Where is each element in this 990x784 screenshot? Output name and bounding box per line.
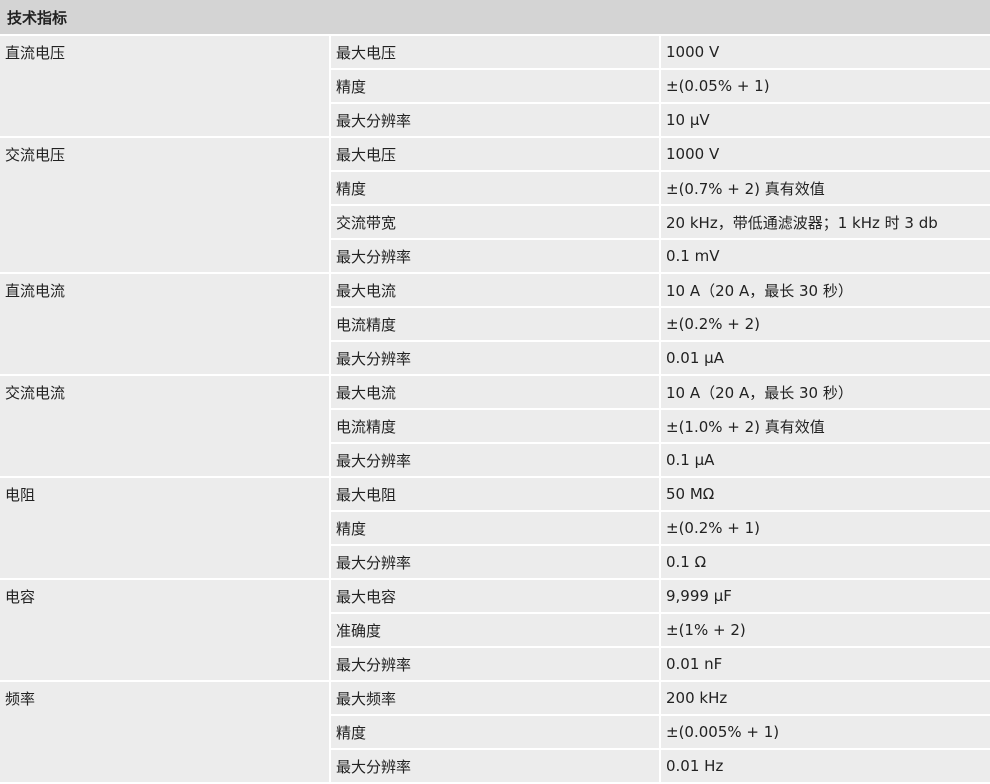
table-row: 电容 最大电容 9,999 μF (0, 578, 990, 682)
value-cell: 10 μV (659, 102, 990, 138)
value-cell: 0.1 μA (659, 442, 990, 478)
parameter-cell: 最大分辨率 (330, 646, 661, 682)
category-cell: 电阻 (0, 476, 331, 580)
table-row: 电阻 最大电阻 50 MΩ (0, 476, 990, 580)
parameter-cell: 最大电流 (329, 272, 661, 308)
parameter-cell: 交流带宽 (330, 204, 661, 240)
category-cell: 频率 (0, 680, 331, 784)
spec-table: 技术指标 直流电压 最大电压 1000 V 精度 ±(0.05% + 1) 最大分辨率 10… (0, 0, 990, 784)
value-cell: 0.01 Hz (659, 748, 990, 784)
value-cell: 0.1 mV (659, 238, 990, 274)
value-cell: 10 A（20 A，最长 30 秒） (659, 374, 990, 410)
spec-table-body: 直流电压 最大电压 1000 V 精度 ±(0.05% + 1) 最大分辨率 10 μV 交流… (0, 35, 990, 784)
parameter-cell: 精度 (330, 68, 661, 104)
value-cell: ±(0.005% + 1) (659, 714, 990, 750)
value-cell: ±(1% + 2) (659, 612, 990, 648)
value-cell: ±(0.05% + 1) (659, 68, 990, 104)
parameter-cell: 精度 (330, 714, 661, 750)
parameter-cell: 精度 (330, 170, 661, 206)
table-title: 技术指标 (0, 0, 990, 36)
value-cell: 20 kHz，带低通滤波器；1 kHz 时 3 db (659, 204, 990, 240)
parameter-cell: 最大电容 (329, 578, 661, 614)
value-cell: 0.1 Ω (659, 544, 990, 580)
value-cell: ±(0.2% + 1) (659, 510, 990, 546)
value-cell: ±(1.0% + 2) 真有效值 (659, 408, 990, 444)
parameter-cell: 最大频率 (329, 680, 661, 716)
parameter-cell: 最大电阻 (329, 476, 661, 512)
value-cell: 200 kHz (659, 680, 990, 716)
parameter-cell: 最大分辨率 (330, 442, 661, 478)
value-cell: 50 MΩ (659, 476, 990, 512)
table-row: 频率 最大频率 200 kHz (0, 680, 990, 784)
value-cell: 0.01 nF (659, 646, 990, 682)
table-row: 直流电压 最大电压 1000 V (0, 35, 990, 138)
category-cell: 直流电流 (0, 272, 331, 376)
table-header-row: 技术指标 (0, 0, 990, 36)
value-cell: 10 A（20 A，最长 30 秒） (659, 272, 990, 308)
parameter-cell: 电流精度 (330, 408, 661, 444)
category-cell: 交流电压 (0, 136, 331, 274)
parameter-cell: 最大分辨率 (330, 238, 661, 274)
value-cell: 1000 V (659, 35, 990, 70)
table-row: 直流电流 最大电流 10 A（20 A，最长 30 秒） (0, 272, 990, 376)
value-cell: 1000 V (659, 136, 990, 172)
parameter-cell: 最大电压 (329, 136, 661, 172)
value-cell: 0.01 μA (659, 340, 990, 376)
parameter-cell: 最大电压 (329, 35, 661, 70)
parameter-cell: 精度 (330, 510, 661, 546)
parameter-cell: 电流精度 (330, 306, 661, 342)
table-row: 交流电流 最大电流 10 A（20 A，最长 30 秒） (0, 374, 990, 478)
parameter-cell: 最大分辨率 (330, 544, 661, 580)
parameter-cell: 最大电流 (329, 374, 661, 410)
table-row: 交流电压 最大电压 1000 V (0, 136, 990, 274)
value-cell: ±(0.2% + 2) (659, 306, 990, 342)
value-cell: 9,999 μF (659, 578, 990, 614)
parameter-cell: 最大分辨率 (330, 102, 661, 138)
parameter-cell: 最大分辨率 (330, 340, 661, 376)
value-cell: ±(0.7% + 2) 真有效值 (659, 170, 990, 206)
category-cell: 直流电压 (0, 35, 331, 138)
parameter-cell: 准确度 (330, 612, 661, 648)
category-cell: 交流电流 (0, 374, 331, 478)
category-cell: 电容 (0, 578, 331, 682)
parameter-cell: 最大分辨率 (330, 748, 661, 784)
